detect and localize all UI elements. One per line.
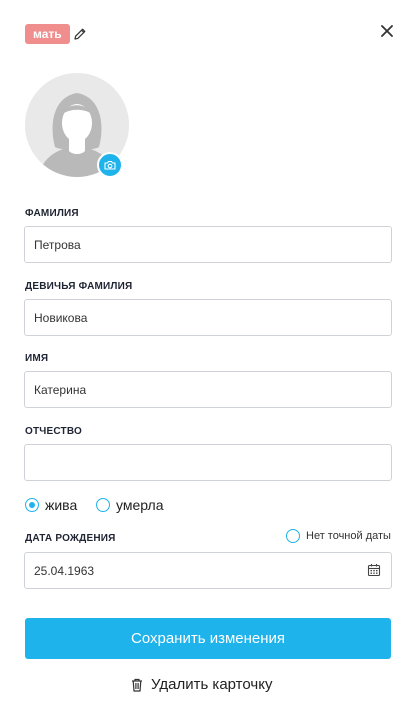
save-changes-button[interactable]: Сохранить изменения: [25, 618, 391, 659]
radio-alive[interactable]: жива: [25, 497, 77, 513]
birth-date-field[interactable]: [24, 552, 392, 589]
avatar: [25, 73, 129, 178]
delete-card-button[interactable]: Удалить карточку: [131, 676, 272, 693]
maiden-name-field[interactable]: [24, 299, 392, 336]
radio-alive-label: жива: [45, 497, 78, 513]
first-name-field[interactable]: [24, 371, 392, 408]
surname-field[interactable]: [24, 226, 392, 263]
birth-date-label: ДАТА РОЖДЕНИЯ: [25, 533, 116, 544]
radio-deceased-label: умерла: [116, 497, 164, 513]
radio-deceased[interactable]: умерла: [96, 497, 164, 513]
no-exact-date-option[interactable]: Нет точной даты: [286, 529, 391, 543]
trash-icon: [132, 678, 142, 692]
delete-card-label: Удалить карточку: [151, 676, 273, 693]
no-exact-date-label: Нет точной даты: [306, 530, 391, 542]
upload-photo-button[interactable]: [97, 152, 123, 178]
surname-label: ФАМИЛИЯ: [25, 208, 79, 219]
pencil-icon[interactable]: [73, 27, 87, 41]
first-name-label: ИМЯ: [25, 353, 49, 364]
radio-deceased-indicator[interactable]: [96, 498, 110, 512]
maiden-name-label: ДЕВИЧЬЯ ФАМИЛИЯ: [25, 281, 133, 292]
patronymic-field[interactable]: [24, 444, 392, 481]
relation-badge: мать: [25, 24, 70, 44]
camera-icon: [104, 160, 116, 170]
no-exact-date-indicator[interactable]: [286, 529, 300, 543]
patronymic-label: ОТЧЕСТВО: [25, 426, 83, 437]
close-icon[interactable]: [379, 23, 395, 39]
radio-alive-indicator[interactable]: [25, 498, 39, 512]
